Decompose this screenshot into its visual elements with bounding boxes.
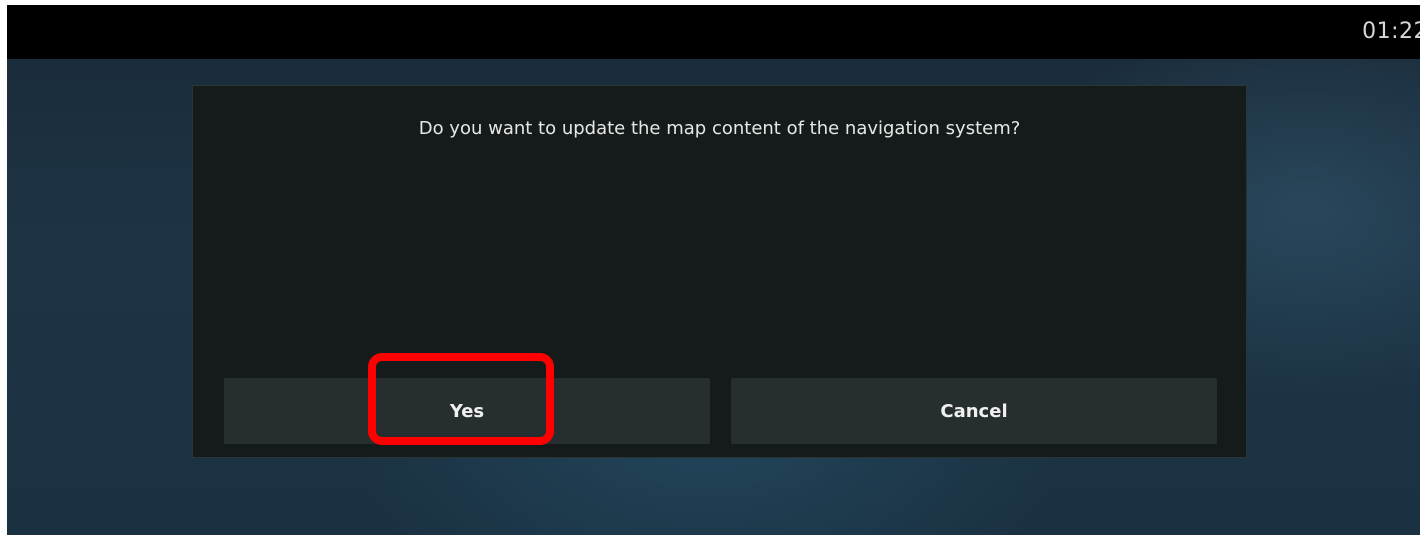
dialog-message: Do you want to update the map content of… — [418, 118, 1021, 139]
yes-button[interactable]: Yes — [224, 378, 710, 444]
clock: 01:22 — [1362, 19, 1420, 44]
app-screen: 01:22 Do you want to update the map cont… — [7, 5, 1420, 535]
status-bar: 01:22 — [7, 5, 1420, 59]
cancel-button-label: Cancel — [940, 400, 1008, 422]
cancel-button[interactable]: Cancel — [731, 378, 1217, 444]
yes-button-label: Yes — [449, 400, 485, 422]
update-dialog: Do you want to update the map content of… — [192, 85, 1247, 458]
